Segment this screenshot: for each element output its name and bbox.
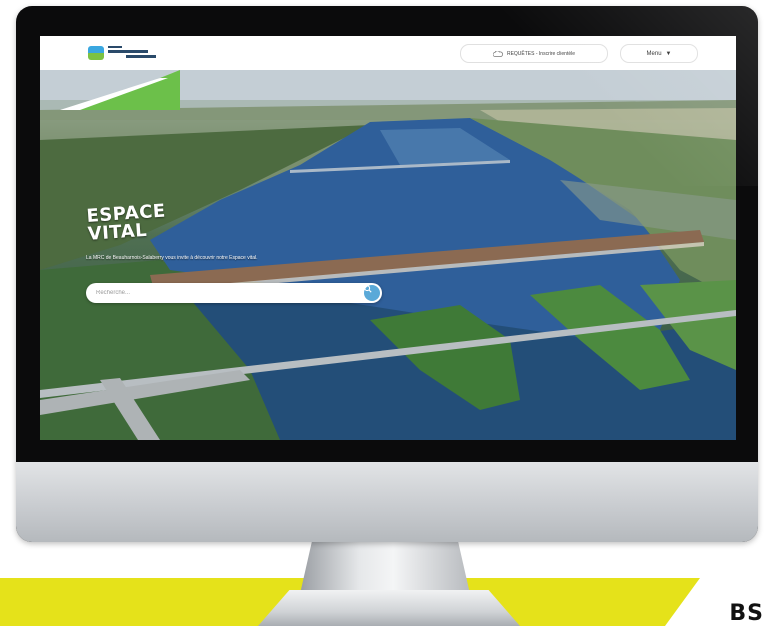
site-logo[interactable]: [88, 44, 178, 62]
desktop-monitor: REQUÊTES - Inscrire clientèle Menu ▼ ESP…: [16, 6, 758, 542]
requests-pill[interactable]: REQUÊTES - Inscrire clientèle: [460, 44, 608, 63]
cloud-icon: [492, 50, 503, 57]
site-header: REQUÊTES - Inscrire clientèle Menu ▼: [40, 36, 736, 71]
search-input[interactable]: [96, 283, 346, 303]
logo-wordmark: [108, 45, 178, 61]
hero-aerial-image: ESPACE VITAL La MRC de Beauharnois-Salab…: [40, 70, 736, 440]
requests-pill-label: REQUÊTES - Inscrire clientèle: [506, 50, 576, 57]
monitor-stand-neck: [300, 534, 470, 594]
menu-button[interactable]: Menu ▼: [620, 44, 698, 63]
search-button[interactable]: [364, 285, 380, 301]
search-icon: [364, 285, 372, 293]
logo-mark-icon: [88, 46, 104, 60]
hero-title: ESPACE VITAL: [86, 200, 168, 244]
corner-accent: [60, 70, 180, 110]
caret-down-icon: ▼: [665, 50, 672, 57]
search-bar: [86, 283, 382, 303]
monitor-stand-base: [258, 590, 520, 626]
hero-subtitle: La MRC de Beauharnois-Salaberry vous inv…: [86, 255, 258, 261]
corner-text: BS: [729, 601, 764, 626]
monitor-chin: [16, 462, 758, 542]
monitor-screen: REQUÊTES - Inscrire clientèle Menu ▼ ESP…: [40, 36, 736, 440]
menu-label: Menu: [646, 50, 662, 57]
